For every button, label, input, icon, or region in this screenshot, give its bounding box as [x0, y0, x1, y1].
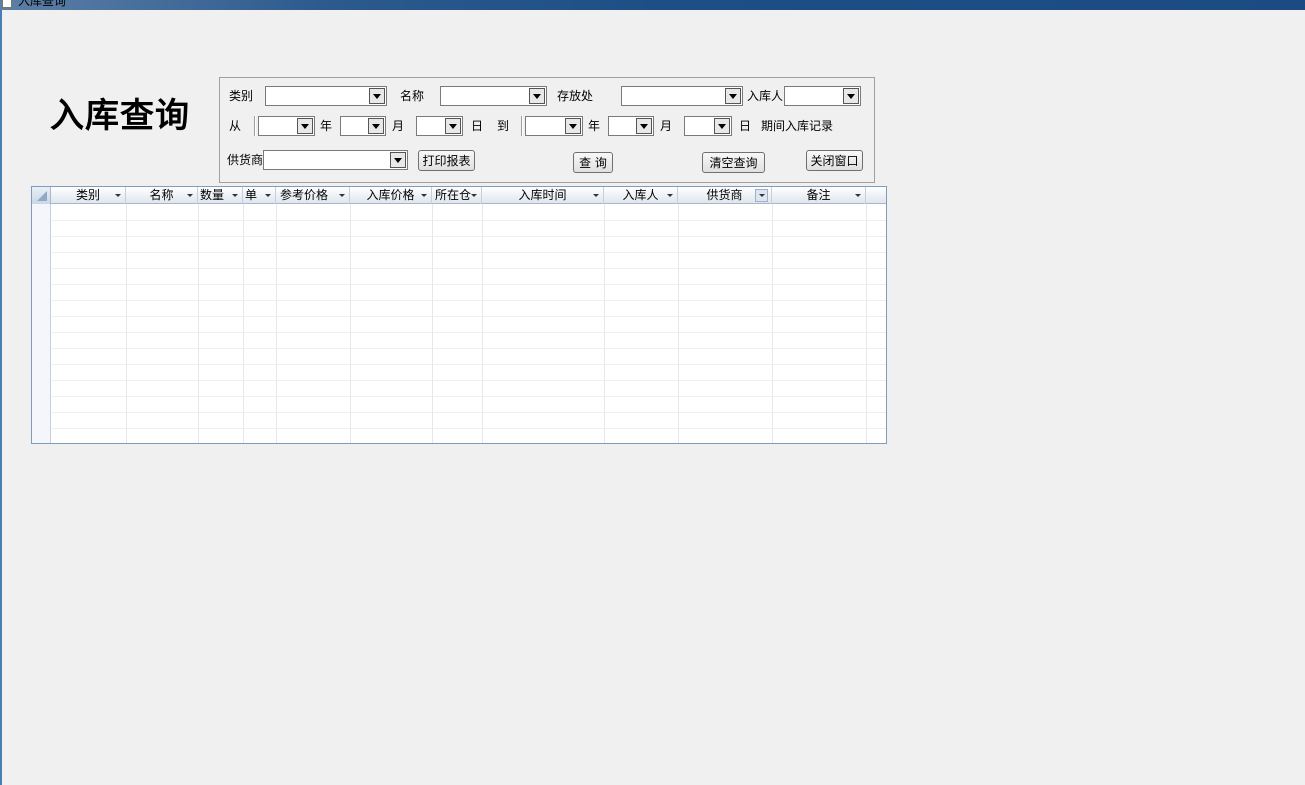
chevron-down-icon[interactable] — [529, 88, 545, 104]
from-day-combo[interactable] — [416, 116, 463, 136]
separator — [254, 116, 256, 136]
dropdown-arrow-icon[interactable] — [667, 194, 673, 197]
dropdown-arrow-icon[interactable] — [593, 194, 599, 197]
dropdown-arrow-icon[interactable] — [187, 194, 193, 197]
clear-query-button[interactable]: 清空查询 — [702, 152, 765, 173]
chevron-down-icon[interactable] — [714, 118, 730, 134]
print-report-button[interactable]: 打印报表 — [418, 150, 475, 171]
grid-row-line — [51, 396, 886, 397]
chevron-down-icon[interactable] — [368, 118, 384, 134]
to-year-combo[interactable] — [525, 116, 583, 136]
column-header-reference-price[interactable]: 参考价格 — [276, 187, 350, 204]
grid-row-line — [51, 412, 886, 413]
query-button[interactable]: 查 询 — [573, 152, 613, 173]
name-label: 名称 — [400, 89, 425, 103]
grid-column-line — [772, 204, 773, 443]
location-label: 存放处 — [557, 89, 594, 103]
column-header-unit[interactable]: 单 — [243, 187, 276, 204]
receiver-label: 入库人 — [747, 89, 784, 103]
grid-row-line — [51, 284, 886, 285]
column-header-inbound-price[interactable]: 入库价格 — [350, 187, 432, 204]
records-grid[interactable]: 类别 名称 数量 单 参考价格 入库价格 所在仓 入库时间 入库人 供货商 备注 — [31, 186, 887, 444]
column-header-name[interactable]: 名称 — [126, 187, 198, 204]
grid-row-line — [51, 428, 886, 429]
grid-row-line — [51, 220, 886, 221]
supplier-combo[interactable] — [263, 150, 408, 170]
chevron-down-icon[interactable] — [390, 152, 406, 168]
grid-row-line — [51, 300, 886, 301]
to-label: 到 — [497, 119, 510, 133]
grid-column-line — [482, 204, 483, 443]
from-label: 从 — [229, 119, 242, 133]
chevron-down-icon[interactable] — [445, 118, 461, 134]
window-title-bar[interactable]: 入库查询 — [0, 0, 1305, 10]
grid-row-line — [51, 332, 886, 333]
column-header-supplier[interactable]: 供货商 — [678, 187, 772, 204]
column-header-remarks[interactable]: 备注 — [772, 187, 866, 204]
chevron-down-icon[interactable] — [843, 88, 859, 104]
location-combo[interactable] — [621, 86, 743, 106]
from-day-label: 日 — [471, 119, 484, 133]
to-day-combo[interactable] — [684, 116, 732, 136]
to-day-label: 日 — [739, 119, 752, 133]
column-header-category[interactable]: 类别 — [51, 187, 126, 204]
dropdown-arrow-icon[interactable] — [339, 194, 345, 197]
dropdown-arrow-icon[interactable] — [421, 194, 427, 197]
column-header-receiver[interactable]: 入库人 — [604, 187, 678, 204]
receiver-combo[interactable] — [784, 86, 861, 106]
dropdown-arrow-icon[interactable] — [115, 194, 121, 197]
from-month-combo[interactable] — [340, 116, 386, 136]
grid-header: 类别 名称 数量 单 参考价格 入库价格 所在仓 入库时间 入库人 供货商 备注 — [32, 187, 886, 204]
name-combo[interactable] — [440, 86, 547, 106]
grid-column-line — [243, 204, 244, 443]
period-label: 期间入库记录 — [761, 119, 834, 133]
chevron-down-icon[interactable] — [565, 118, 581, 134]
from-year-combo[interactable] — [258, 116, 315, 136]
grid-row-line — [51, 348, 886, 349]
grid-column-line — [432, 204, 433, 443]
grid-column-line — [276, 204, 277, 443]
chevron-down-icon[interactable] — [725, 88, 741, 104]
chevron-down-icon[interactable] — [297, 118, 313, 134]
column-header-quantity[interactable]: 数量 — [198, 187, 243, 204]
category-combo[interactable] — [265, 86, 387, 106]
app-icon — [2, 0, 12, 8]
from-year-label: 年 — [320, 119, 333, 133]
window-border — [0, 10, 2, 785]
grid-column-line — [604, 204, 605, 443]
row-selector-column[interactable] — [32, 204, 51, 443]
page-title: 入库查询 — [50, 96, 190, 136]
window-title: 入库查询 — [18, 0, 67, 8]
supplier-label: 供货商 — [227, 153, 264, 167]
grid-column-line — [126, 204, 127, 443]
dropdown-arrow-icon[interactable] — [855, 194, 861, 197]
dropdown-arrow-icon[interactable] — [471, 194, 477, 197]
grid-column-line — [198, 204, 199, 443]
from-month-label: 月 — [392, 119, 405, 133]
dropdown-arrow-icon[interactable] — [755, 189, 768, 202]
grid-column-line — [350, 204, 351, 443]
to-month-combo[interactable] — [608, 116, 654, 136]
dropdown-arrow-icon[interactable] — [232, 194, 238, 197]
dropdown-arrow-icon[interactable] — [265, 194, 271, 197]
grid-row-line — [51, 252, 886, 253]
select-all-corner[interactable] — [32, 187, 51, 204]
separator — [521, 116, 523, 136]
grid-row-line — [51, 380, 886, 381]
category-label: 类别 — [229, 89, 254, 103]
close-window-button[interactable]: 关闭窗口 — [806, 150, 863, 171]
grid-row-line — [51, 316, 886, 317]
grid-column-line — [678, 204, 679, 443]
column-header-warehouse[interactable]: 所在仓 — [432, 187, 482, 204]
filter-panel: 类别 名称 存放处 入库人 从 年 月 日 到 年 月 日 期间入库记录 供货商 — [219, 77, 875, 183]
column-header-inbound-time[interactable]: 入库时间 — [482, 187, 604, 204]
grid-column-line — [866, 204, 867, 443]
grid-row-line — [51, 236, 886, 237]
to-month-label: 月 — [660, 119, 673, 133]
to-year-label: 年 — [588, 119, 601, 133]
chevron-down-icon[interactable] — [369, 88, 385, 104]
chevron-down-icon[interactable] — [636, 118, 652, 134]
grid-row-line — [51, 364, 886, 365]
grid-row-line — [51, 268, 886, 269]
